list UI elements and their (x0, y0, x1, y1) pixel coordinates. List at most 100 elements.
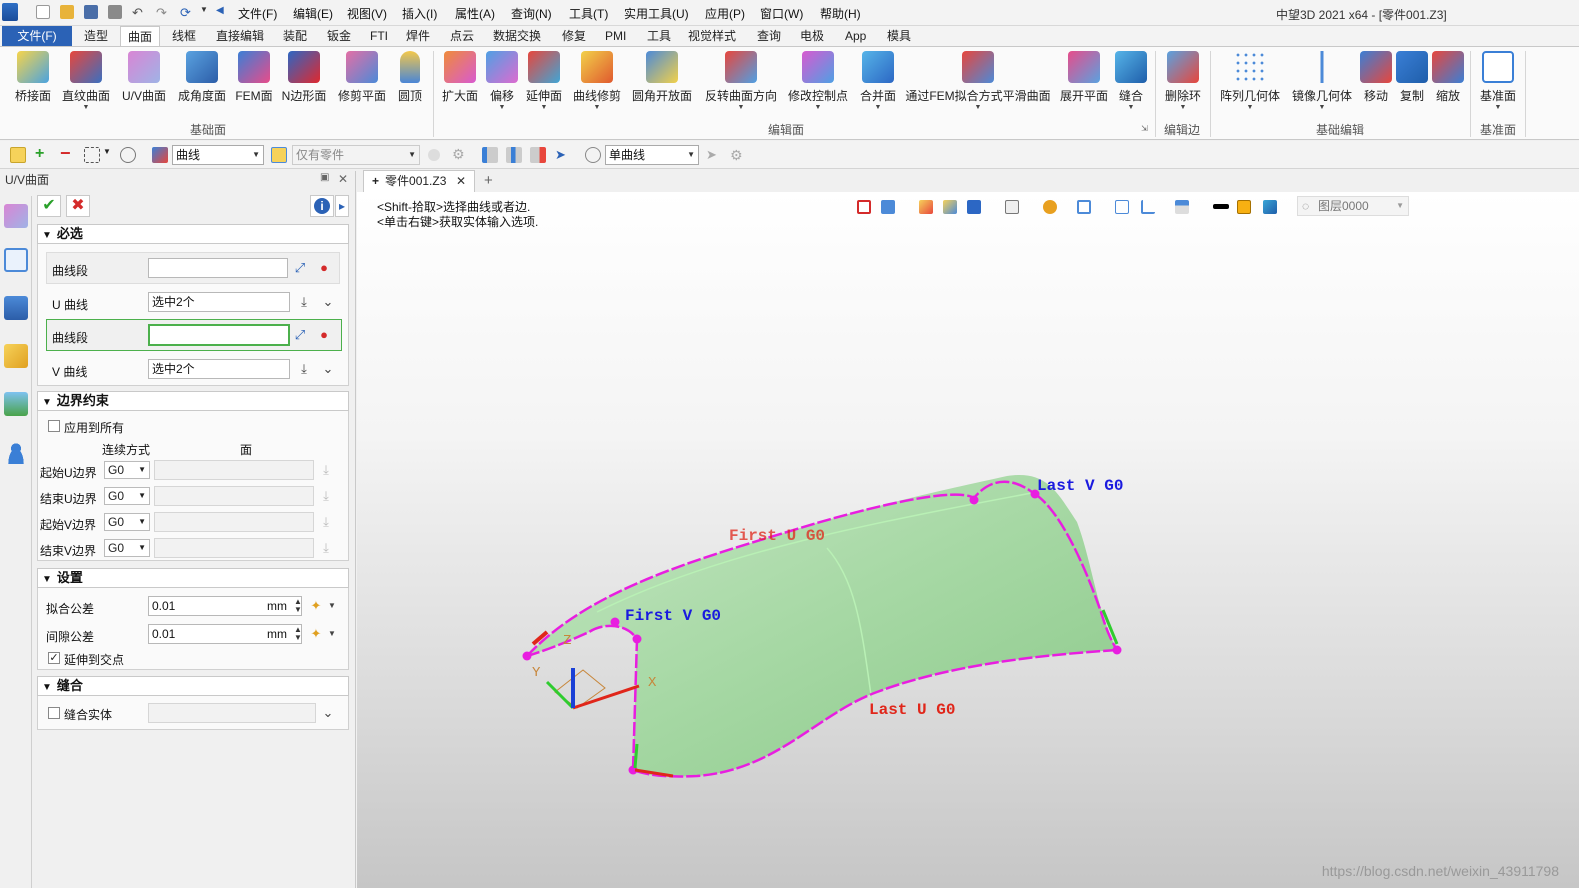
tab-inquire[interactable]: 查询 (755, 26, 783, 46)
dropdown-arrow-icon[interactable]: ▼ (324, 626, 340, 642)
curve-pick-icon[interactable]: ⤢ (292, 327, 308, 343)
tab-pmi[interactable]: PMI (603, 26, 628, 46)
filter-select[interactable]: 曲线 ▼ (172, 145, 264, 165)
ruled-surface-button[interactable]: 直纹曲面 ▼ (61, 51, 111, 112)
help-icon[interactable]: ▸ (335, 195, 349, 217)
menu-attribute[interactable]: 属性(A) (455, 5, 495, 22)
mirror-geometry-button[interactable]: 镜像几何体 ▼ (1290, 51, 1354, 112)
curve-segment-input[interactable] (148, 258, 288, 278)
end-v-face-field[interactable] (154, 538, 314, 558)
import-icon[interactable]: ⤓ (296, 361, 312, 377)
ok-button[interactable]: ✔ (37, 195, 61, 217)
datum-plane-button[interactable]: 基准面 ▼ (1478, 51, 1518, 112)
end-v-continuity-select[interactable]: G0 ▼ (104, 539, 150, 557)
select-pointer-icon[interactable] (10, 147, 26, 163)
pattern-geometry-button[interactable]: 阵列几何体 ▼ (1218, 51, 1282, 112)
uv-surface-model[interactable]: X Y Z Last V G0 First U G0 First V G0 La… (357, 192, 1579, 888)
dropdown-arrow-icon[interactable]: ▼ (703, 104, 779, 112)
uv-surface-button[interactable]: U/V曲面 (120, 51, 168, 104)
lightbulb-icon[interactable]: ✦ (308, 626, 324, 642)
u-curve-field[interactable]: 选中2个 (148, 292, 290, 312)
graphics-viewport[interactable]: <Shift-拾取>选择曲线或者边. <单击右键>获取实体输入选项. ◌ 图层00… (357, 192, 1579, 888)
copy-button[interactable]: 复制 (1396, 51, 1428, 104)
dropdown-arrow-icon[interactable]: ▼ (1290, 104, 1354, 112)
undo-icon[interactable]: ↶ (132, 5, 146, 20)
curve-mode-icon[interactable] (585, 147, 601, 163)
dropdown-arrow-icon[interactable]: ▼ (61, 104, 111, 112)
tab-repair[interactable]: 修复 (560, 26, 588, 46)
print-icon[interactable] (108, 5, 122, 19)
save-icon[interactable] (84, 5, 98, 19)
close-tab-icon[interactable]: ✕ (456, 171, 466, 191)
dropdown-arrow-icon[interactable]: ▼ (1478, 104, 1518, 112)
dome-button[interactable]: 圆顶 (394, 51, 426, 104)
fem-surface-button[interactable]: FEM面 (234, 51, 274, 104)
apply-all-checkbox[interactable] (48, 420, 60, 432)
delete-loop-button[interactable]: 删除环 ▼ (1161, 51, 1205, 112)
curve-trim-button[interactable]: 曲线修剪 ▼ (571, 51, 623, 112)
control-point[interactable] (522, 651, 532, 661)
n-sided-surface-button[interactable]: N边形面 (280, 51, 328, 104)
dropdown-arrow-icon[interactable]: ▼ (1218, 104, 1282, 112)
required-section-header[interactable]: ▼ 必选 (37, 224, 349, 244)
tab-fti[interactable]: FTI (368, 26, 390, 46)
merge-surface-button[interactable]: 合并面 ▼ (857, 51, 899, 112)
cancel-button[interactable]: ✖ (66, 195, 90, 217)
dropdown-arrow-icon[interactable]: ▼ (522, 104, 566, 112)
user-icon[interactable] (4, 440, 28, 464)
back-arrow-icon[interactable]: ◀ (216, 5, 230, 19)
align-left-icon[interactable] (482, 147, 498, 163)
scope-select[interactable]: 仅有零件 ▼ (292, 145, 420, 165)
menu-apps[interactable]: 应用(P) (705, 5, 745, 22)
stitch-button[interactable]: 缝合 ▼ (1114, 51, 1148, 112)
curve-segment-input-2[interactable] (148, 324, 290, 346)
menu-insert[interactable]: 插入(I) (402, 5, 437, 22)
stitch-solid-checkbox[interactable] (48, 707, 60, 719)
settings-section-header[interactable]: ▼ 设置 (37, 568, 349, 588)
gap-tolerance-spinner[interactable]: ▲ ▼ (294, 626, 302, 642)
tab-data-exchange[interactable]: 数据交换 (491, 26, 543, 46)
polygon-pick-icon[interactable] (120, 147, 136, 163)
tab-point-cloud[interactable]: 点云 (448, 26, 476, 46)
redo-icon[interactable]: ↷ (156, 5, 170, 20)
dropdown-arrow-icon[interactable]: ▼ (1114, 104, 1148, 112)
reverse-surface-direction-button[interactable]: 反转曲面方向 ▼ (703, 51, 779, 112)
boundary-section-header[interactable]: ▼ 边界约束 (37, 391, 349, 411)
end-u-continuity-select[interactable]: G0 ▼ (104, 487, 150, 505)
record-icon[interactable]: ● (316, 327, 332, 343)
tab-app[interactable]: App (843, 26, 868, 46)
uv-surface-panel-icon[interactable] (4, 204, 28, 228)
menu-tools[interactable]: 工具(T) (569, 5, 608, 22)
tab-electrode[interactable]: 电极 (798, 26, 826, 46)
open-folder-icon[interactable] (60, 5, 74, 19)
align-center-icon[interactable] (506, 147, 522, 163)
angled-surface-button[interactable]: 成角度面 (176, 51, 228, 104)
offset-button[interactable]: 偏移 ▼ (484, 51, 520, 112)
start-v-continuity-select[interactable]: G0 ▼ (104, 513, 150, 531)
tab-tools[interactable]: 工具 (645, 26, 673, 46)
stitch-section-header[interactable]: ▼ 缝合 (37, 676, 349, 696)
regen-icon[interactable]: ⟳ (180, 5, 194, 20)
end-u-face-field[interactable] (154, 486, 314, 506)
pick-mode-select[interactable]: 单曲线 ▼ (605, 145, 699, 165)
menu-help[interactable]: 帮助(H) (820, 5, 861, 22)
menu-window[interactable]: 窗口(W) (760, 5, 803, 22)
menu-file[interactable]: 文件(F) (238, 5, 277, 22)
dropdown-arrow-icon[interactable]: ▼ (905, 104, 1051, 112)
enlarge-surface-button[interactable]: 扩大面 (440, 51, 480, 104)
tab-file[interactable]: 文件(F) (2, 26, 72, 46)
tab-assembly[interactable]: 装配 (281, 26, 309, 46)
control-point[interactable] (1112, 645, 1122, 655)
expand-icon[interactable]: ⌄ (320, 361, 336, 377)
pick-arrow-icon[interactable]: ➤ (555, 147, 571, 163)
trimmed-plane-button[interactable]: 修剪平面 (336, 51, 388, 104)
quick-access-dropdown-icon[interactable]: ▼ (200, 5, 214, 19)
tab-visual-style[interactable]: 视觉样式 (686, 26, 738, 46)
tab-modeling[interactable]: 造型 (82, 26, 110, 46)
part-cube-icon[interactable] (4, 344, 28, 368)
tab-weldment[interactable]: 焊件 (404, 26, 432, 46)
fillet-open-surface-button[interactable]: 圆角开放面 (630, 51, 694, 104)
move-button[interactable]: 移动 (1360, 51, 1392, 104)
align-right-icon[interactable] (530, 147, 546, 163)
dropdown-arrow-icon[interactable]: ▼ (103, 147, 111, 163)
